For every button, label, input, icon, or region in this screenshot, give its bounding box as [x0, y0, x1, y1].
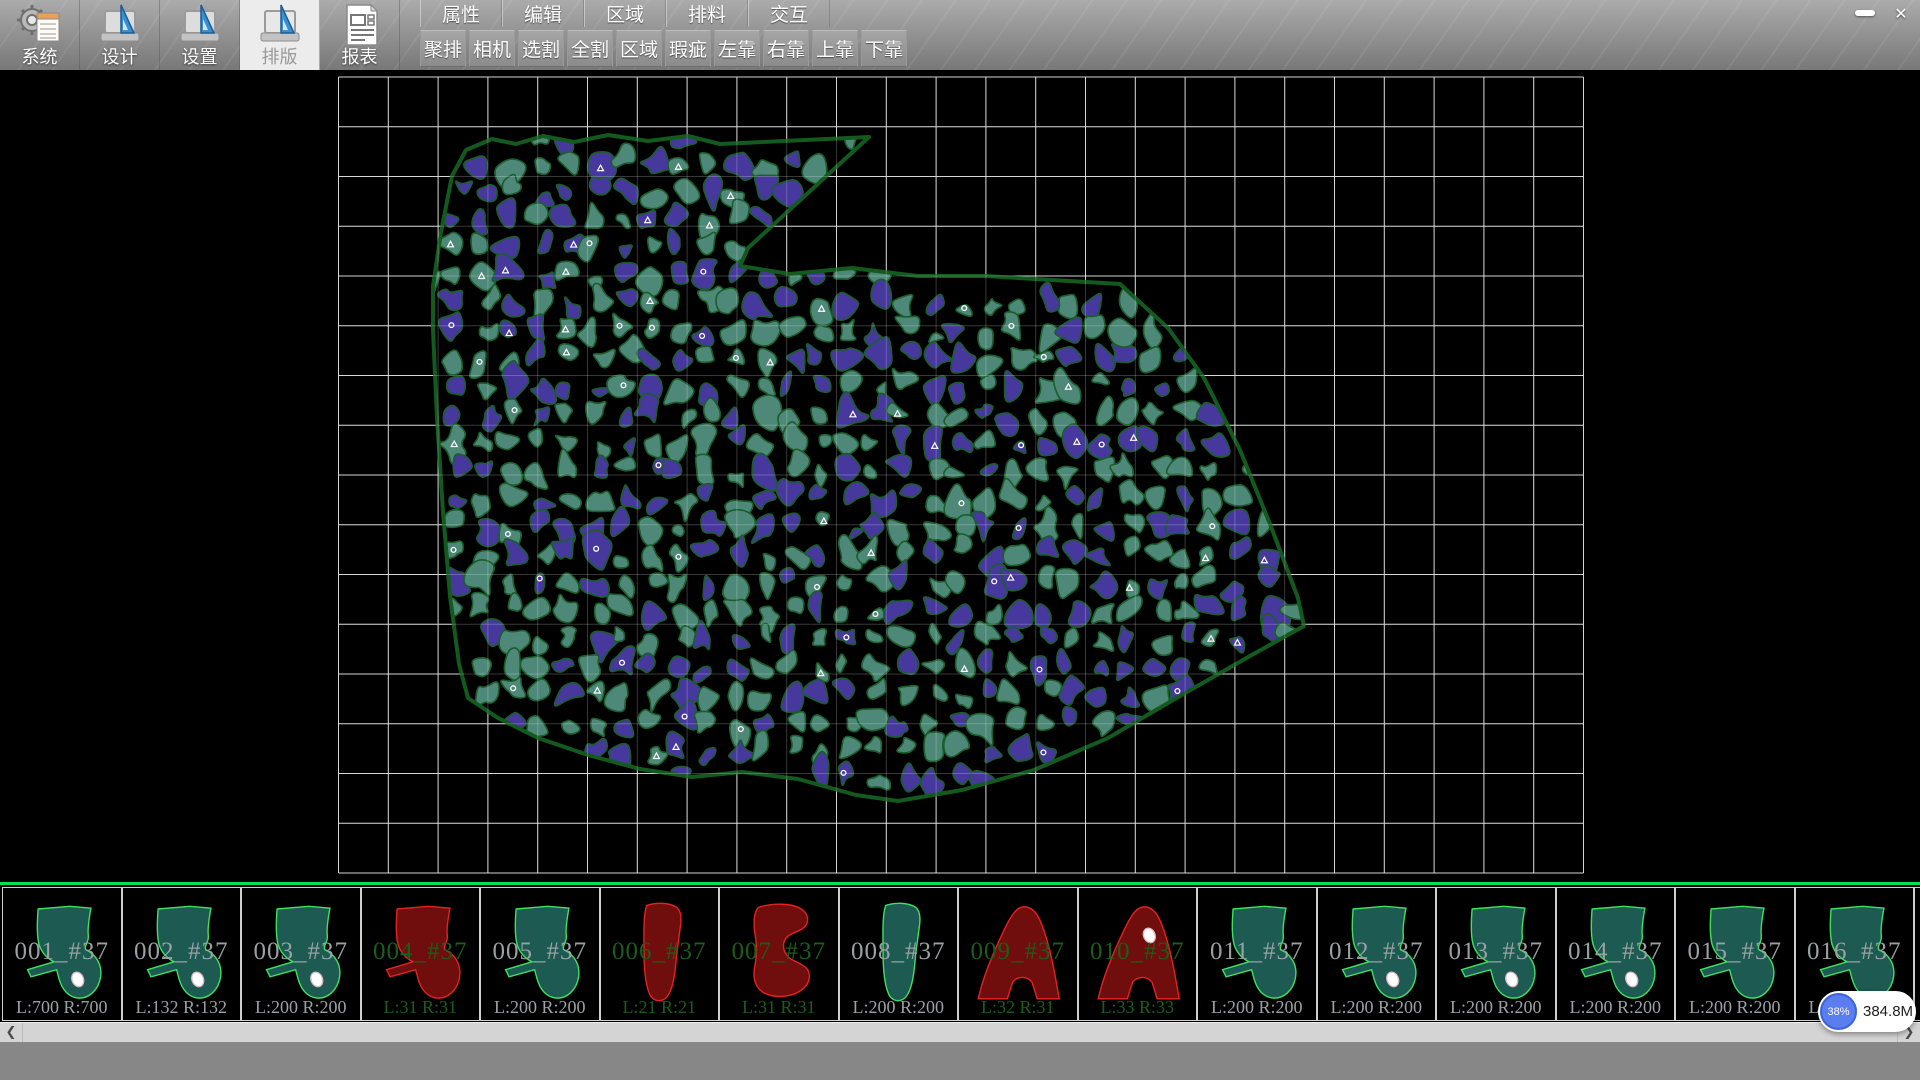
piece-counts: L:200 R:200: [1318, 997, 1436, 1018]
piece-counts: L:32 R:31: [959, 997, 1077, 1018]
piece-name: 010_#37: [1079, 938, 1197, 966]
piece-counts: L:21 R:21: [601, 997, 719, 1018]
tab-nesting[interactable]: 排版: [240, 0, 320, 70]
btn-align-top[interactable]: 上靠: [812, 30, 858, 67]
piece-thumbnail[interactable]: 010_#37 L:33 R:33: [1078, 887, 1198, 1021]
piece-counts: L:31 R:31: [720, 997, 838, 1018]
tab-system[interactable]: 系统: [0, 0, 80, 70]
piece-name: 011_#37: [1198, 938, 1316, 966]
piece-counts: L:200 R:200: [1557, 997, 1675, 1018]
piece-counts: L:200 R:200: [481, 997, 599, 1018]
design-icon: [97, 3, 143, 47]
menu-interaction[interactable]: 交互: [748, 0, 830, 27]
piece-name: 006_#37: [601, 938, 719, 966]
btn-select-cut[interactable]: 选割: [518, 30, 564, 67]
tab-settings[interactable]: 设置: [160, 0, 240, 70]
btn-align-right[interactable]: 右靠: [763, 30, 809, 67]
piece-name: 001_#37: [3, 938, 121, 966]
piece-thumbnail-strip: 001_#37L:700 R:700002_#37L:132 R:132003_…: [0, 882, 1920, 1022]
piece-thumbnail[interactable]: 012_#37 L:200 R:200: [1317, 887, 1437, 1021]
btn-region[interactable]: 区域: [616, 30, 662, 67]
piece-name: 017_#37: [1915, 938, 1920, 966]
piece-counts: L:33 R:33: [1079, 997, 1197, 1018]
piece-counts: L:700 R:700: [3, 997, 121, 1018]
memory-usage-badge[interactable]: 38% 384.8M: [1818, 991, 1916, 1032]
report-icon: [337, 3, 383, 47]
piece-counts: L:200 R:200: [1676, 997, 1794, 1018]
tab-label: 系统: [22, 48, 58, 66]
main-tab-bar: 系统 设计 设置: [0, 0, 400, 70]
tab-label: 设置: [182, 48, 218, 66]
menu-nesting[interactable]: 排料: [666, 0, 748, 27]
btn-align-bottom[interactable]: 下靠: [861, 30, 907, 67]
piece-name: 007_#37: [720, 938, 838, 966]
btn-align-left[interactable]: 左靠: [714, 30, 760, 67]
piece-thumbnail[interactable]: 004_#37 L:31 R:31: [361, 887, 481, 1021]
tab-label: 设计: [102, 48, 138, 66]
tool-button-bar: 聚排 相机 选割 全割 区域 瑕疵 左靠 右靠 上靠 下靠: [420, 30, 910, 68]
piece-thumbnail[interactable]: 013_#37 L:200 R:200: [1436, 887, 1556, 1021]
piece-thumbnail[interactable]: 011_#37 L:200 R:200: [1197, 887, 1317, 1021]
memory-percent-circle: 38%: [1820, 993, 1857, 1030]
menu-edit[interactable]: 编辑: [502, 0, 584, 27]
piece-name: 013_#37: [1437, 938, 1555, 966]
btn-camera[interactable]: 相机: [469, 30, 515, 67]
system-icon: [17, 3, 63, 47]
piece-thumbnail[interactable]: 007_#37 L:31 R:31: [719, 887, 839, 1021]
piece-name: 008_#37: [840, 938, 958, 966]
scroll-left-arrow[interactable]: ❮: [0, 1023, 23, 1042]
status-bar: [0, 1042, 1920, 1080]
piece-counts: L:31 R:31: [362, 997, 480, 1018]
menu-bar: 属性 编辑 区域 排料 交互: [420, 0, 830, 28]
piece-counts: L:132 R:132: [123, 997, 241, 1018]
piece-thumbnail[interactable]: 014_#37 L:200 R:200: [1556, 887, 1676, 1021]
piece-name: 002_#37: [123, 938, 241, 966]
nesting-canvas[interactable]: [0, 70, 1920, 882]
window-controls: ✕: [1852, 3, 1914, 23]
btn-cluster-nest[interactable]: 聚排: [420, 30, 466, 67]
memory-value: 384.8M: [1863, 1003, 1913, 1020]
tab-label: 排版: [262, 48, 298, 66]
piece-name: 004_#37: [362, 938, 480, 966]
toolbar: 系统 设计 设置: [0, 0, 1920, 71]
piece-thumbnail[interactable]: 015_#37 L:200 R:200: [1675, 887, 1795, 1021]
tab-label: 报表: [342, 48, 378, 66]
piece-name: 005_#37: [481, 938, 599, 966]
piece-thumbnail[interactable]: 008_#37 L:200 R:200: [839, 887, 959, 1021]
piece-thumbnail[interactable]: 009_#37 L:32 R:31: [958, 887, 1078, 1021]
piece-thumbnail[interactable]: 006_#37 L:21 R:21: [600, 887, 720, 1021]
piece-thumbnail[interactable]: 005_#37 L:200 R:200: [480, 887, 600, 1021]
close-button[interactable]: ✕: [1888, 3, 1914, 23]
piece-name: 014_#37: [1557, 938, 1675, 966]
horizontal-scrollbar[interactable]: ❮ ❯: [0, 1022, 1920, 1042]
piece-thumbnail[interactable]: 002_#37 L:132 R:132: [122, 887, 242, 1021]
piece-counts: L:200 R:200: [242, 997, 360, 1018]
tab-design[interactable]: 设计: [80, 0, 160, 70]
piece-counts: L:200 R:200: [840, 997, 958, 1018]
settings-icon: [177, 3, 223, 47]
piece-counts: L:200 R:200: [1198, 997, 1316, 1018]
piece-name: 003_#37: [242, 938, 360, 966]
minimize-button[interactable]: [1852, 3, 1878, 23]
tab-report[interactable]: 报表: [320, 0, 400, 70]
piece-name: 016_#37: [1796, 938, 1914, 966]
strip-top-border: [0, 882, 1920, 885]
piece-name: 015_#37: [1676, 938, 1794, 966]
piece-counts: L:200 R:200: [1437, 997, 1555, 1018]
piece-thumbnail[interactable]: 001_#37 L:700 R:700: [2, 887, 122, 1021]
nesting-app-window: 系统 设计 设置: [0, 0, 1920, 1080]
menu-properties[interactable]: 属性: [420, 0, 502, 27]
piece-thumbnail[interactable]: 003_#37 L:200 R:200: [241, 887, 361, 1021]
piece-name: 009_#37: [959, 938, 1077, 966]
btn-cut-all[interactable]: 全割: [567, 30, 613, 67]
piece-thumbnail[interactable]: 017_#37L:200 R:200: [1914, 887, 1920, 1021]
hide-nesting-view: [0, 70, 1920, 882]
btn-defect[interactable]: 瑕疵: [665, 30, 711, 67]
piece-name: 012_#37: [1318, 938, 1436, 966]
piece-list: 001_#37L:700 R:700002_#37L:132 R:132003_…: [2, 887, 1920, 1021]
nesting-icon: [257, 3, 303, 47]
menu-region[interactable]: 区域: [584, 0, 666, 27]
